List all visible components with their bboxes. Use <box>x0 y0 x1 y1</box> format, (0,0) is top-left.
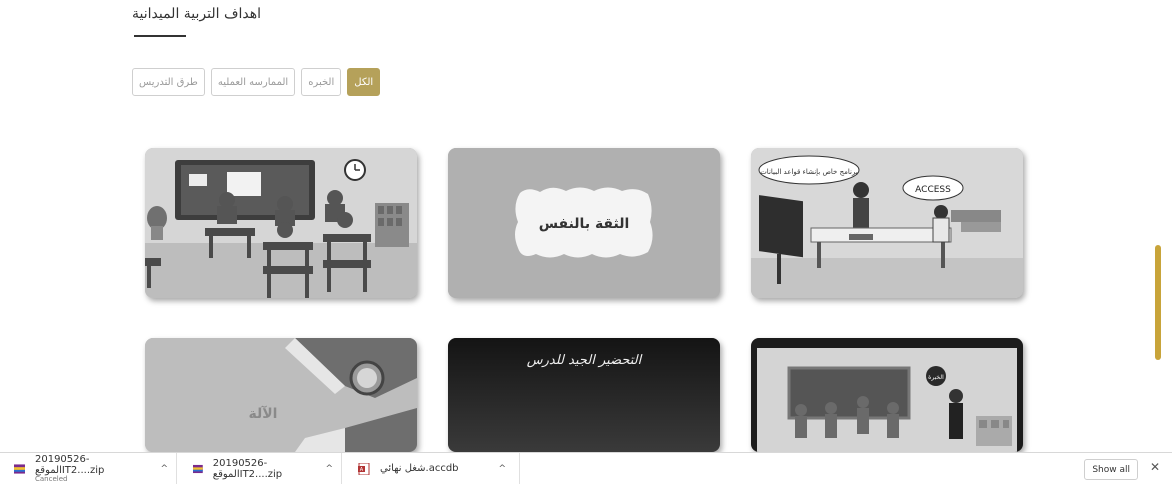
card-label-watch: الآلة <box>249 405 278 422</box>
download-item[interactable]: 20190526-الموقعIT2....zip Canceled ^ <box>0 453 177 484</box>
experience-bubble: الخبرة <box>928 374 944 381</box>
show-all-button[interactable]: Show all <box>1084 459 1138 480</box>
close-icon[interactable]: ✕ <box>1150 460 1160 474</box>
download-filename: 20190526-الموقعIT2....zip <box>212 457 283 480</box>
archive-icon <box>14 463 25 474</box>
access-label: ACCESS <box>915 185 951 195</box>
card-watch[interactable]: الآلة <box>145 338 417 452</box>
download-bar: 20190526-الموقعIT2....zip Canceled ^ 201… <box>0 452 1172 484</box>
filter-experience[interactable]: الخبره <box>301 68 342 96</box>
watch-illustration: الآلة <box>145 338 417 452</box>
card-self-confidence[interactable]: الثقة بالنفس <box>448 148 720 298</box>
classroom-illustration <box>145 148 417 298</box>
chevron-up-icon[interactable]: ^ <box>499 464 507 474</box>
download-item[interactable]: A شغل نهائي.accdb ^ <box>342 453 520 484</box>
chevron-up-icon[interactable]: ^ <box>160 464 168 474</box>
filter-practice[interactable]: الممارسه العمليه <box>210 68 296 96</box>
download-filename: شغل نهائي.accdb <box>380 463 459 474</box>
experience-illustration: الخبرة <box>751 338 1023 452</box>
access-illustration: برنامج خاص بإنشاء قواعد البيانات ACCESS <box>751 148 1023 298</box>
bubble-text: برنامج خاص بإنشاء قواعد البيانات <box>760 168 858 176</box>
self-confidence-illustration: الثقة بالنفس <box>448 148 720 298</box>
card-label-self-confidence: الثقة بالنفس <box>539 216 630 232</box>
title-underline <box>134 35 186 37</box>
scrollbar-thumb[interactable] <box>1155 245 1161 360</box>
card-label-preparation: التحضير الجيد للدرس <box>527 353 643 368</box>
filter-bar: طرق التدريس الممارسه العمليه الخبره الكل <box>132 68 381 96</box>
card-classroom[interactable] <box>145 148 417 298</box>
archive-icon <box>193 464 203 473</box>
card-access[interactable]: برنامج خاص بإنشاء قواعد البيانات ACCESS <box>751 148 1023 298</box>
download-status: Canceled <box>34 474 68 483</box>
card-experience[interactable]: الخبرة <box>751 338 1023 452</box>
download-filename: 20190526-الموقعIT2....zip <box>34 453 105 476</box>
filter-all[interactable]: الكل <box>347 68 381 96</box>
card-preparation[interactable]: التحضير الجيد للدرس <box>448 338 720 452</box>
preparation-illustration: التحضير الجيد للدرس <box>448 338 720 452</box>
page-title: اهداف التربية الميدانية <box>132 6 261 22</box>
filter-teaching-methods[interactable]: طرق التدريس <box>132 68 205 96</box>
chevron-up-icon[interactable]: ^ <box>325 464 333 474</box>
svg-text:A: A <box>360 467 364 473</box>
access-file-icon: A <box>358 462 370 475</box>
download-item[interactable]: 20190526-الموقعIT2....zip ^ <box>177 453 342 484</box>
